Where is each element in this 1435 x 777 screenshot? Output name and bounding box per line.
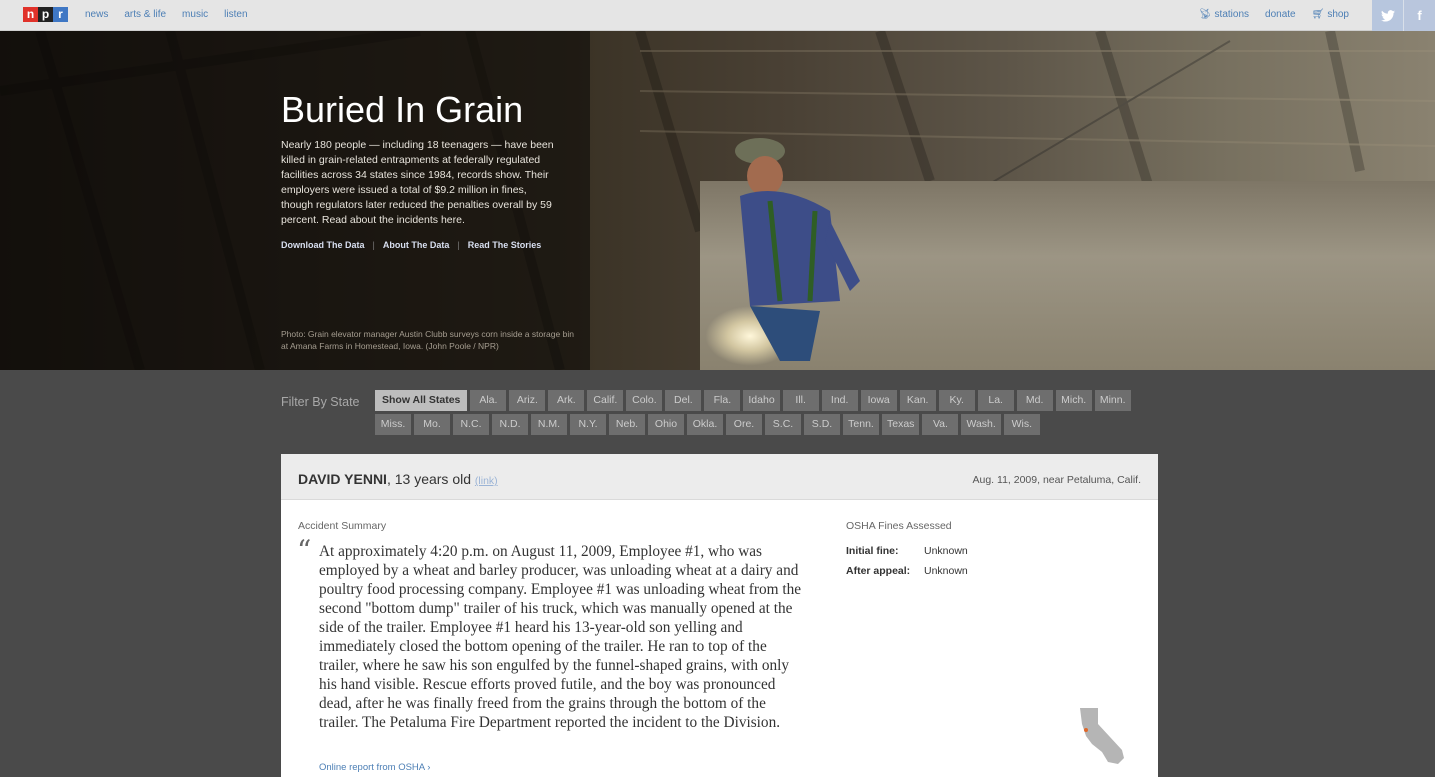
state-filter-button[interactable]: Ark. bbox=[548, 390, 585, 411]
state-filter-button[interactable]: N.Y. bbox=[570, 414, 606, 435]
hero-description: Nearly 180 people — including 18 teenage… bbox=[281, 139, 554, 226]
link-separator: | bbox=[372, 240, 375, 250]
state-filter-button[interactable]: Ala. bbox=[470, 390, 507, 411]
nav-donate[interactable]: donate bbox=[1265, 9, 1296, 20]
california-map-icon bbox=[1080, 708, 1124, 764]
state-filter-button[interactable]: Miss. bbox=[375, 414, 411, 435]
nav-arts-life[interactable]: arts & life bbox=[124, 9, 166, 20]
nav-listen[interactable]: listen bbox=[224, 9, 247, 20]
state-filter-button[interactable]: Mo. bbox=[414, 414, 450, 435]
state-filter-button[interactable]: Calif. bbox=[587, 390, 624, 411]
victim-age: , 13 years old bbox=[386, 471, 472, 487]
initial-fine-label: Initial fine: bbox=[846, 545, 899, 557]
state-filter: Show All States Ala. Ariz. Ark. Calif. Colo. D… bbox=[375, 390, 1165, 435]
state-filter-button[interactable]: Tenn. bbox=[843, 414, 879, 435]
state-filter-button[interactable]: Wash. bbox=[961, 414, 1001, 435]
download-data-link[interactable]: Download The Data bbox=[281, 240, 365, 250]
state-filter-button[interactable]: Mich. bbox=[1055, 390, 1092, 411]
accident-summary: At approximately 4:20 p.m. on August 11,… bbox=[319, 543, 802, 731]
after-appeal-value: Unknown bbox=[924, 565, 968, 577]
state-filter-button[interactable]: Md. bbox=[1016, 390, 1053, 411]
hero-banner: Buried In Grain Nearly 180 people — incl… bbox=[0, 31, 1435, 370]
state-filter-button[interactable]: Wis. bbox=[1003, 414, 1040, 435]
incident-card: DAVID YENNI, 13 years old (link) Aug. 11… bbox=[281, 454, 1158, 777]
read-stories-link[interactable]: Read The Stories bbox=[468, 240, 542, 250]
state-filter-button[interactable]: Texas bbox=[882, 414, 920, 435]
state-filter-button[interactable]: Minn. bbox=[1094, 390, 1131, 411]
state-filter-button[interactable]: Ky. bbox=[938, 390, 975, 411]
link-separator: | bbox=[457, 240, 460, 250]
page-title: Buried In Grain bbox=[281, 89, 524, 130]
hero-links: Download The Data | About The Data | Rea… bbox=[281, 240, 541, 250]
after-appeal-label: After appeal: bbox=[846, 565, 911, 577]
radio-tower-icon: 📡︎ bbox=[1198, 9, 1212, 20]
worker-photo bbox=[735, 138, 860, 361]
shop-label: shop bbox=[1327, 9, 1349, 20]
state-filter-button[interactable]: Neb. bbox=[609, 414, 645, 435]
state-filter-button[interactable]: N.C. bbox=[453, 414, 489, 435]
incident-location-marker bbox=[1084, 728, 1088, 732]
state-filter-button[interactable]: S.D. bbox=[804, 414, 840, 435]
top-nav: n p r news arts & life music listen 📡︎ st… bbox=[0, 0, 1435, 31]
after-appeal-row: After appeal: Unknown bbox=[846, 565, 968, 577]
state-filter-button[interactable]: Ohio bbox=[648, 414, 684, 435]
photo-credit: Photo: Grain elevator manager Austin Clu… bbox=[281, 329, 574, 351]
state-filter-button[interactable]: Colo. bbox=[626, 390, 663, 411]
nav-shop[interactable]: 🛒︎ shop bbox=[1312, 9, 1349, 20]
accident-summary-label: Accident Summary bbox=[298, 520, 387, 532]
logo-letter-r: r bbox=[53, 7, 68, 22]
victim-name: DAVID YENNI, 13 years old (link) bbox=[298, 471, 498, 487]
primary-nav: news arts & life music listen bbox=[85, 9, 248, 20]
state-filter-button[interactable]: Okla. bbox=[687, 414, 723, 435]
logo-letter-n: n bbox=[23, 7, 38, 22]
permalink[interactable]: (link) bbox=[475, 475, 498, 487]
nav-music[interactable]: music bbox=[182, 9, 208, 20]
show-all-states-button[interactable]: Show All States bbox=[375, 390, 468, 411]
incident-date: Aug. 11, 2009, near Petaluma, Calif. bbox=[972, 474, 1142, 486]
osha-report-link[interactable]: Online report from OSHA › bbox=[319, 762, 430, 773]
state-filter-button[interactable]: Idaho bbox=[743, 390, 780, 411]
utility-nav: 📡︎ stations donate 🛒︎ shop bbox=[1199, 9, 1349, 20]
facebook-icon[interactable]: f bbox=[1403, 0, 1435, 31]
state-filter-button[interactable]: Del. bbox=[665, 390, 702, 411]
incident-header: DAVID YENNI, 13 years old (link) Aug. 11… bbox=[281, 454, 1158, 500]
about-data-link[interactable]: About The Data bbox=[383, 240, 450, 250]
state-filter-button[interactable]: Fla. bbox=[704, 390, 741, 411]
state-filter-button[interactable]: Ore. bbox=[726, 414, 762, 435]
state-filter-button[interactable]: Va. bbox=[922, 414, 959, 435]
state-filter-button[interactable]: N.M. bbox=[531, 414, 567, 435]
victim-name-text: DAVID YENNI bbox=[298, 471, 387, 487]
state-filter-button[interactable]: Ill. bbox=[782, 390, 819, 411]
npr-logo[interactable]: n p r bbox=[23, 7, 68, 22]
quote-icon: “ bbox=[297, 534, 312, 567]
stations-label: stations bbox=[1214, 9, 1250, 20]
initial-fine-row: Initial fine: Unknown bbox=[846, 545, 968, 557]
state-filter-button[interactable]: N.D. bbox=[492, 414, 528, 435]
state-filter-button[interactable]: Iowa bbox=[860, 390, 897, 411]
nav-stations[interactable]: 📡︎ stations bbox=[1199, 9, 1249, 20]
initial-fine-value: Unknown bbox=[924, 545, 968, 557]
state-filter-button[interactable]: S.C. bbox=[765, 414, 801, 435]
osha-fines-label: OSHA Fines Assessed bbox=[846, 520, 952, 532]
cart-icon: 🛒︎ bbox=[1311, 9, 1325, 20]
twitter-icon[interactable] bbox=[1372, 0, 1404, 31]
nav-news[interactable]: news bbox=[85, 9, 108, 20]
state-filter-button[interactable]: Ariz. bbox=[509, 390, 546, 411]
state-filter-button[interactable]: Ind. bbox=[821, 390, 858, 411]
logo-letter-p: p bbox=[38, 7, 53, 22]
state-filter-button[interactable]: Kan. bbox=[899, 390, 936, 411]
filter-label: Filter By State bbox=[281, 395, 360, 409]
state-filter-button[interactable]: La. bbox=[977, 390, 1014, 411]
